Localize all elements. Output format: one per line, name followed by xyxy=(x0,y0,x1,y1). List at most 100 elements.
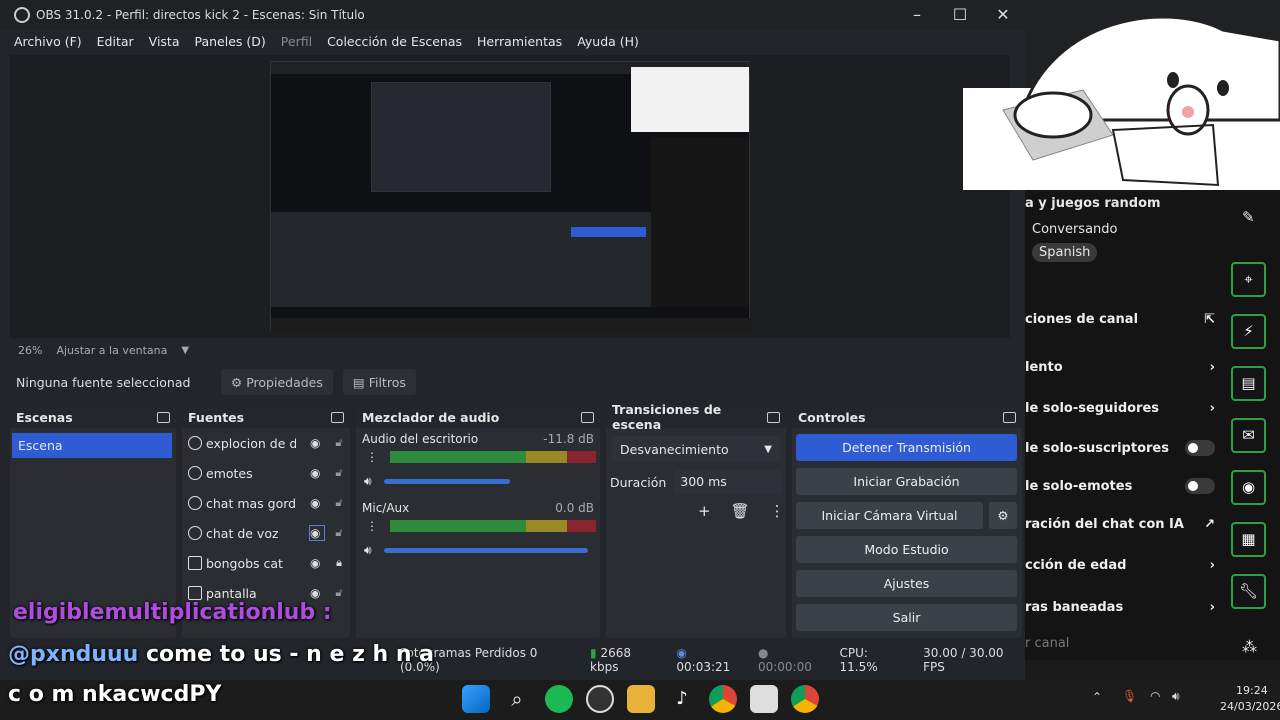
gear-icon[interactable]: ⚙ xyxy=(989,502,1017,529)
menu-herramientas[interactable]: Herramientas xyxy=(477,34,562,49)
chevron-down-icon[interactable]: ▼ xyxy=(181,345,189,356)
eye-icon[interactable]: ◉ xyxy=(310,556,324,570)
toggle-switch[interactable] xyxy=(1185,440,1215,456)
chat-setting-label: ración del chat con IA xyxy=(1025,517,1184,532)
chat-message: come to us - n e z h n a xyxy=(146,642,435,667)
chat-setting-row[interactable]: r canal xyxy=(1025,636,1215,651)
fps: 30.00 / 30.00 FPS xyxy=(923,646,1004,674)
properties-button[interactable]: ⚙ Propiedades xyxy=(221,369,333,395)
menu-archivo[interactable]: Archivo (F) xyxy=(14,34,82,49)
transitions-header: Transiciones de escena xyxy=(606,402,786,432)
clock-date[interactable]: 24/03/2026 xyxy=(1220,700,1280,713)
lightning-icon[interactable]: ⚡︎ xyxy=(1231,314,1266,349)
language-tag[interactable]: Spanish xyxy=(1032,243,1098,262)
tray-chevron-icon[interactable]: ⌃ xyxy=(1092,690,1102,704)
virtual-camera-button[interactable]: Iniciar Cámara Virtual xyxy=(796,502,983,529)
more-options-icon[interactable]: ⋮ xyxy=(366,519,378,533)
menu-coleccion[interactable]: Colección de Escenas xyxy=(327,34,462,49)
lock-icon[interactable]: 🔓︎ xyxy=(328,466,350,480)
fit-to-window[interactable]: Ajustar a la ventana xyxy=(56,344,167,357)
minimize-icon[interactable]: – xyxy=(906,4,928,26)
wifi-icon[interactable]: ◠ xyxy=(1150,689,1160,703)
start-recording-button[interactable]: Iniciar Grabación xyxy=(796,468,1017,495)
wrench-icon[interactable]: 🔧︎ xyxy=(1231,574,1266,609)
chat-setting-row[interactable]: cción de edad › xyxy=(1025,558,1215,573)
chrome-icon[interactable] xyxy=(791,685,819,713)
source-item[interactable]: chat mas gordo ◉ 🔓︎ xyxy=(182,488,350,518)
folder-icon[interactable] xyxy=(627,685,655,713)
chat-setting-row[interactable]: le solo-seguidores › xyxy=(1025,401,1215,416)
duration-input[interactable]: 300 ms xyxy=(674,470,782,494)
volume-icon[interactable]: 🔊︎ xyxy=(1172,689,1180,704)
add-icon[interactable]: + xyxy=(698,502,711,520)
windows-start-icon[interactable] xyxy=(462,685,490,713)
lock-icon[interactable]: 🔓︎ xyxy=(328,496,350,510)
obs-icon[interactable] xyxy=(586,685,614,713)
menu-ayuda[interactable]: Ayuda (H) xyxy=(577,34,639,49)
eye-icon[interactable]: ◉ xyxy=(310,436,324,450)
source-item[interactable]: explocion de dc ◉ 🔓︎ xyxy=(182,428,350,458)
layout-icon[interactable]: ▦ xyxy=(1231,522,1266,557)
undock-icon[interactable] xyxy=(767,411,780,423)
cpu-usage: CPU: 11.5% xyxy=(839,646,878,674)
toggle-switch[interactable] xyxy=(1185,478,1215,494)
lock-icon[interactable]: 🔓︎ xyxy=(328,526,350,540)
gear-icon: ⚙ xyxy=(231,374,243,390)
volume-slider[interactable] xyxy=(383,479,510,484)
stop-stream-button[interactable]: Detener Transmisión xyxy=(796,434,1017,461)
app-icon[interactable] xyxy=(750,685,778,713)
settings-button[interactable]: Ajustes xyxy=(796,570,1017,597)
chrome-icon[interactable] xyxy=(709,685,737,713)
undock-icon[interactable] xyxy=(157,411,170,423)
lock-icon[interactable]: 🔓︎ xyxy=(328,586,350,600)
menu-perfil[interactable]: Perfil xyxy=(281,34,312,49)
eye-icon[interactable]: ◉ xyxy=(310,586,324,600)
chat-setting-row[interactable]: le solo-suscriptores xyxy=(1025,440,1215,456)
tiktok-icon[interactable]: ♪ xyxy=(668,685,696,713)
transition-select[interactable]: Desvanecimiento ▼ xyxy=(612,436,780,462)
source-item[interactable]: chat de voz ◉ 🔓︎ xyxy=(182,518,350,548)
chat-setting-row[interactable]: lento › xyxy=(1025,360,1215,375)
more-options-icon[interactable]: ⋮ xyxy=(366,450,378,464)
chat-setting-row[interactable]: ras baneadas › xyxy=(1025,600,1215,615)
document-icon[interactable]: ▤ xyxy=(1231,366,1266,401)
spotify-icon[interactable] xyxy=(545,685,573,713)
clock-time[interactable]: 19:24 xyxy=(1236,684,1268,697)
filters-button[interactable]: ▤ Filtros xyxy=(342,369,416,395)
external-link-icon[interactable]: ⇱ xyxy=(1204,312,1215,327)
speaker-icon[interactable]: 🔊︎ xyxy=(364,543,372,558)
microphone-icon[interactable]: 🎙︎ xyxy=(1122,689,1137,703)
chat-bubble-icon[interactable]: ✉ xyxy=(1231,418,1266,453)
source-item[interactable]: emotes ◉ 🔓︎ xyxy=(182,458,350,488)
stream-title: a y juegos random xyxy=(1025,196,1161,211)
lock-icon[interactable]: 🔒︎ xyxy=(328,556,350,570)
scene-item[interactable]: Escena xyxy=(12,433,172,458)
menu-editar[interactable]: Editar xyxy=(97,34,134,49)
chat-setting-row[interactable]: le solo-emotes xyxy=(1025,478,1215,494)
eye-icon[interactable]: ◉ xyxy=(310,496,324,510)
volume-slider[interactable] xyxy=(383,548,588,553)
eye-icon[interactable]: ◉ xyxy=(310,466,324,480)
broadcast-icon[interactable]: ◉ xyxy=(1231,470,1266,505)
undock-icon[interactable] xyxy=(581,411,594,423)
source-item[interactable]: bongobs cat ◉ 🔒︎ xyxy=(182,548,350,578)
trash-icon[interactable]: 🗑︎ xyxy=(731,502,750,520)
pencil-icon[interactable]: ✎ xyxy=(1242,208,1255,226)
chat-setting-label: le solo-seguidores xyxy=(1025,401,1160,416)
search-icon[interactable]: ⌕ xyxy=(503,685,531,713)
exit-button[interactable]: Salir xyxy=(796,604,1017,631)
chat-setting-row[interactable]: ración del chat con IA ↗ xyxy=(1025,517,1215,532)
scan-icon[interactable]: ⌖ xyxy=(1231,262,1266,297)
eye-icon[interactable]: ◉ xyxy=(309,525,325,541)
lock-icon[interactable]: 🔓︎ xyxy=(328,436,350,450)
menu-paneles[interactable]: Paneles (D) xyxy=(195,34,266,49)
undock-icon[interactable] xyxy=(331,411,344,423)
share-icon[interactable]: ⁂ xyxy=(1242,638,1257,656)
speaker-icon[interactable]: 🔊︎ xyxy=(364,474,372,489)
menu-vista[interactable]: Vista xyxy=(149,34,180,49)
studio-mode-button[interactable]: Modo Estudio xyxy=(796,536,1017,563)
mixer-header: Mezclador de audio xyxy=(356,406,600,428)
transitions-title: Transiciones de escena xyxy=(612,402,722,432)
undock-icon[interactable] xyxy=(1003,411,1016,423)
more-options-icon[interactable]: ⋮ xyxy=(770,502,785,520)
